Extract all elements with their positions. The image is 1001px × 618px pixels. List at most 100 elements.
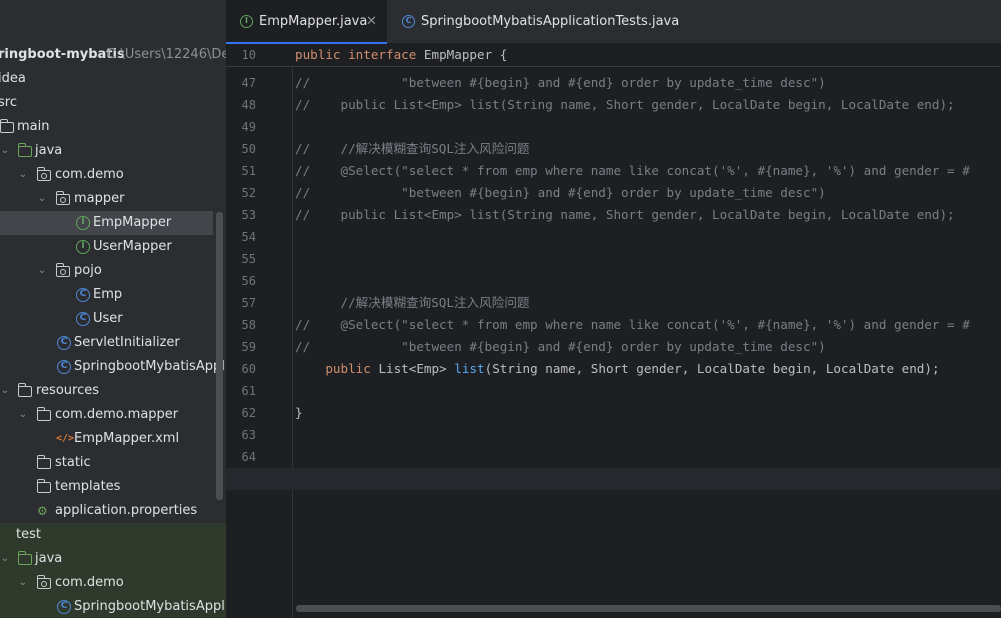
test-folder-icon xyxy=(17,551,32,565)
tree-item-label: java xyxy=(35,551,63,566)
line-number: 59 xyxy=(241,340,256,354)
tree-item[interactable]: src xyxy=(0,91,226,115)
tree-item[interactable]: ⚙ application.properties xyxy=(0,499,226,523)
spring-boot-test-class-icon: C xyxy=(57,600,71,614)
chevron-down-icon[interactable]: ⌄ xyxy=(0,139,10,163)
tree-item[interactable]: ⌄ resources xyxy=(0,379,226,403)
vertical-scrollbar[interactable] xyxy=(216,212,223,500)
folder-icon xyxy=(0,119,14,133)
line-number: 49 xyxy=(241,120,256,134)
line-number: 48 xyxy=(241,98,256,112)
tree-item-label: test xyxy=(16,527,41,542)
line-number: 52 xyxy=(241,186,256,200)
line-number: 53 xyxy=(241,208,256,222)
project-header xyxy=(0,0,226,44)
code-editor[interactable]: 47484950515253545556575859606162636465 /… xyxy=(226,44,1001,618)
resources-folder-icon xyxy=(17,383,32,397)
chevron-down-icon[interactable]: ⌄ xyxy=(37,259,47,283)
line-number: 58 xyxy=(241,318,256,332)
tree-item-label: pojo xyxy=(74,263,102,278)
project-root-name: ringboot-mybatis xyxy=(0,47,125,62)
package-icon xyxy=(36,167,51,181)
tree-item-label: EmpMapper xyxy=(93,215,172,230)
tree-item[interactable]: static xyxy=(0,451,226,475)
tree-item-label: resources xyxy=(36,383,100,398)
tree-item[interactable]: ⌄ com.demo.mapper xyxy=(0,403,226,427)
chevron-down-icon[interactable]: ⌄ xyxy=(0,547,10,571)
code-line: // public List<Emp> list(String name, Sh… xyxy=(295,97,955,112)
tree-item-label: com.demo xyxy=(55,575,124,590)
tree-item-label: com.demo.mapper xyxy=(55,407,179,422)
interface-icon: I xyxy=(240,15,253,28)
line-number: 54 xyxy=(241,230,256,244)
test-class-icon: C xyxy=(402,15,415,28)
line-number: 64 xyxy=(241,450,256,464)
tree-item-label: ServletInitializer xyxy=(74,335,180,350)
code-line: } xyxy=(295,405,303,420)
interface-icon: I xyxy=(76,216,90,230)
tree-item[interactable]: test xyxy=(0,523,226,547)
tree-item[interactable]: ⌄ mapper xyxy=(0,187,226,211)
tree-item-label: UserMapper xyxy=(93,239,172,254)
tree-item-label: EmpMapper.xml xyxy=(74,431,180,446)
line-number: 51 xyxy=(241,164,256,178)
tab-springboot-tests[interactable]: C SpringbootMybatisApplicationTests.java xyxy=(394,0,684,44)
class-icon: C xyxy=(76,312,90,326)
tree-item[interactable]: C Emp xyxy=(0,283,226,307)
chevron-down-icon[interactable]: ⌄ xyxy=(18,403,28,427)
line-number: 50 xyxy=(241,142,256,156)
xml-file-icon: </> xyxy=(56,433,75,444)
tree-item-label: com.demo xyxy=(55,167,124,182)
tree-item[interactable]: CSpringbootMybatisApplica xyxy=(0,355,226,379)
properties-file-icon: ⚙ xyxy=(37,504,48,518)
spring-boot-class-icon: C xyxy=(57,360,71,374)
tree-item[interactable]: CSpringbootMybatisApplica xyxy=(0,595,226,618)
folder-icon xyxy=(36,407,51,421)
tree-item[interactable]: ⌄ java xyxy=(0,547,226,571)
tree-item-label: main xyxy=(17,119,50,134)
tree-item-label: src xyxy=(0,95,17,110)
tree-item[interactable]: ⌄ java xyxy=(0,139,226,163)
interface-icon: I xyxy=(76,240,90,254)
code-line: // //解决模糊查询SQL注入风险问题 xyxy=(295,141,530,156)
horizontal-scrollbar[interactable] xyxy=(296,605,1001,612)
tree-item-label: application.properties xyxy=(55,503,198,518)
tree-item-label: SpringbootMybatisApplica xyxy=(74,599,226,614)
package-icon xyxy=(55,263,70,277)
line-number: 62 xyxy=(241,406,256,420)
tree-item-label: Emp xyxy=(93,287,123,302)
tree-item-label: static xyxy=(55,455,91,470)
tree-item[interactable]: idea xyxy=(0,67,226,91)
chevron-down-icon[interactable]: ⌄ xyxy=(37,187,47,211)
chevron-down-icon[interactable]: ⌄ xyxy=(18,571,28,595)
tree-item-label: User xyxy=(93,311,123,326)
tree-item[interactable]: I UserMapper xyxy=(0,235,226,259)
project-tool-window: ringboot-mybatis C:\Users\12246\Des idea sr… xyxy=(0,0,226,618)
line-number: 61 xyxy=(241,384,256,398)
close-icon[interactable]: ✕ xyxy=(366,0,377,44)
project-root[interactable]: ringboot-mybatis C:\Users\12246\Des xyxy=(0,43,226,67)
package-icon xyxy=(55,191,70,205)
tab-empmapper[interactable]: I EmpMapper.java ✕ xyxy=(226,0,387,44)
tree-item-label: java xyxy=(35,143,63,158)
tree-item[interactable]: C User xyxy=(0,307,226,331)
code-line: // @Select("select * from emp where name… xyxy=(295,317,970,332)
tree-item[interactable]: ⌄ com.demo xyxy=(0,163,226,187)
tree-item[interactable]: I EmpMapper xyxy=(0,211,213,235)
tree-item[interactable]: templates xyxy=(0,475,226,499)
current-line-highlight xyxy=(226,468,1001,490)
code-line: public List<Emp> list(String name, Short… xyxy=(325,361,940,376)
tree-item[interactable]: </> EmpMapper.xml xyxy=(0,427,226,451)
code-line: // "between #{begin} and #{end} order by… xyxy=(295,185,826,200)
tree-item[interactable]: main xyxy=(0,115,226,139)
gutter-divider xyxy=(292,44,293,618)
chevron-down-icon[interactable]: ⌄ xyxy=(18,163,28,187)
sticky-header[interactable]: 10 public interface EmpMapper { xyxy=(226,44,1001,67)
tree-item[interactable]: ⌄ pojo xyxy=(0,259,226,283)
chevron-down-icon[interactable]: ⌄ xyxy=(0,379,10,403)
tree-item[interactable]: ⌄ com.demo xyxy=(0,571,226,595)
code-line: //解决模糊查询SQL注入风险问题 xyxy=(295,295,530,310)
tree-item[interactable]: C ServletInitializer xyxy=(0,331,226,355)
line-number: 63 xyxy=(241,428,256,442)
class-icon: C xyxy=(76,288,90,302)
